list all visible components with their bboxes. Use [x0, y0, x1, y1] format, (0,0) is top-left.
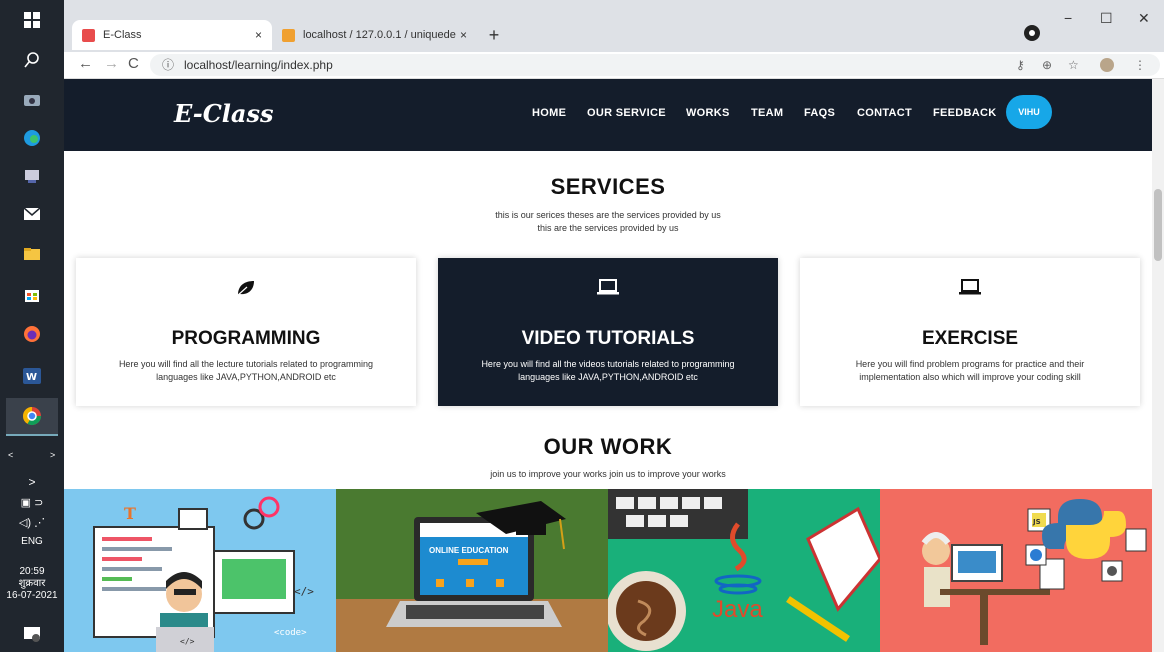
card-title: PROGRAMMING [171, 328, 321, 349]
work-image-coding[interactable]: </> </> <code> T [64, 489, 336, 652]
svg-text:T: T [124, 504, 136, 523]
camera-app-icon[interactable] [18, 86, 46, 114]
leaf-icon [76, 278, 416, 303]
profile-icon[interactable] [1024, 25, 1040, 41]
menu-icon[interactable]: ⋮ [1134, 54, 1146, 76]
firefox-icon[interactable] [18, 320, 46, 348]
tab-strip: E-Class × localhost / 127.0.0.1 / unique… [64, 0, 1164, 52]
tab-eclass[interactable]: E-Class × [72, 20, 272, 50]
code-tag-text: </> [180, 637, 195, 646]
back-icon[interactable]: ← [78, 55, 93, 72]
close-window-button[interactable]: ✕ [1138, 10, 1150, 27]
nav-home[interactable]: HOME [532, 107, 566, 119]
search-icon[interactable] [18, 46, 46, 74]
work-image-online-education[interactable]: ONLINE EDUCATION [336, 489, 608, 652]
phpmyadmin-favicon-icon [282, 28, 295, 42]
card-description: Here you will find all the lecture tutor… [118, 359, 374, 382]
clock-date[interactable]: 16-07-2021 [0, 590, 64, 602]
language-indicator[interactable]: ENG [0, 536, 64, 548]
nav-contact[interactable]: CONTACT [857, 107, 912, 119]
maximize-button[interactable]: ☐ [1100, 10, 1113, 27]
laptop-icon [800, 278, 1140, 301]
card-title: EXERCISE [921, 328, 1019, 349]
services-title: SERVICES [550, 174, 666, 199]
nav-faqs[interactable]: FAQS [804, 107, 835, 119]
java-illustration: Java [608, 489, 880, 651]
card-description: Here you will find all the videos tutori… [481, 359, 735, 382]
windows-start-icon[interactable] [18, 6, 46, 34]
laptop-icon [438, 278, 778, 301]
code-tag-text-2: </> [294, 585, 314, 598]
nav-works[interactable]: WORKS [686, 107, 730, 119]
services-subtitle-1: this is our serices theses are the servi… [495, 210, 721, 220]
java-text: Java [712, 596, 763, 623]
user-pill-button[interactable]: VIHU [1006, 95, 1052, 129]
online-education-text: ONLINE EDUCATION [429, 546, 509, 555]
key-icon[interactable]: ⚷ [1016, 54, 1025, 76]
card-title: VIDEO TUTORIALS [521, 328, 695, 349]
bookmark-star-icon[interactable]: ☆ [1068, 54, 1079, 76]
word-icon[interactable]: W [18, 362, 46, 390]
file-explorer-icon[interactable] [18, 240, 46, 268]
new-tab-button[interactable]: + [484, 25, 504, 45]
browser-window: E-Class × localhost / 127.0.0.1 / unique… [64, 0, 1164, 652]
extension-avatar-icon[interactable] [1100, 58, 1114, 72]
nav-our-service[interactable]: OUR SERVICE [587, 107, 666, 119]
services-subtitle-2: this are the services provided by us [537, 223, 679, 233]
tab-title: E-Class [103, 29, 142, 41]
chrome-taskbar-icon[interactable] [18, 402, 46, 430]
eclass-favicon-icon [82, 28, 95, 42]
service-card-exercise[interactable]: EXERCISE Here you will find problem prog… [800, 258, 1140, 406]
forward-icon[interactable]: → [104, 55, 119, 72]
site-logo[interactable]: E-Class [174, 99, 274, 128]
nav-feedback[interactable]: FEEDBACK [933, 107, 997, 119]
taskbar-scroll-arrows[interactable]: < > [6, 450, 58, 462]
page-viewport: E-Class HOME OUR SERVICE WORKS TEAM FAQS… [64, 79, 1152, 652]
site-navbar: E-Class HOME OUR SERVICE WORKS TEAM FAQS… [64, 79, 1152, 151]
reload-icon[interactable]: C [128, 55, 139, 72]
our-work-subtitle: join us to improve your works join us to… [490, 469, 726, 479]
js-text: JS [1032, 518, 1041, 526]
coding-illustration: </> </> <code> T [93, 496, 314, 652]
store-icon[interactable] [18, 280, 46, 308]
address-bar[interactable]: ⓘ localhost/learning/index.php ⚷ ⊕ ☆ ⋮ [150, 54, 1160, 76]
tab-phpmyadmin[interactable]: localhost / 127.0.0.1 / uniquede × [272, 20, 477, 50]
tab-close-icon[interactable]: × [460, 28, 467, 42]
windows-taskbar: W < > > ▣ ⊃ ◁) ⋰ ENG 20:59 शुक्रवार 16-0… [0, 0, 64, 652]
tray-volume-icon[interactable]: ◁) ⋰ [18, 508, 46, 536]
code-word-text: <code> [274, 628, 307, 638]
tab-close-icon[interactable]: × [255, 28, 262, 42]
page-scrollbar[interactable] [1152, 79, 1164, 652]
browser-toolbar: ← → C ⓘ localhost/learning/index.php ⚷ ⊕… [64, 52, 1164, 79]
clock-day[interactable]: शुक्रवार [0, 578, 64, 590]
mail-icon[interactable] [18, 200, 46, 228]
nav-team[interactable]: TEAM [751, 107, 783, 119]
work-image-python[interactable]: JS [880, 489, 1152, 652]
online-education-illustration: ONLINE EDUCATION [336, 489, 608, 652]
disk-cleanup-icon[interactable] [18, 162, 46, 190]
python-illustration: JS [921, 499, 1147, 645]
card-description: Here you will find problem programs for … [855, 359, 1085, 382]
notifications-icon[interactable] [18, 620, 46, 648]
zoom-icon[interactable]: ⊕ [1042, 54, 1052, 76]
service-card-programming[interactable]: PROGRAMMING Here you will find all the l… [76, 258, 416, 406]
our-work-title: OUR WORK [543, 434, 673, 459]
site-info-icon[interactable]: ⓘ [162, 54, 174, 76]
svg-text:W: W [26, 372, 37, 383]
work-image-java[interactable]: Java [608, 489, 880, 652]
url-text: localhost/learning/index.php [184, 58, 333, 72]
tab-title: localhost / 127.0.0.1 / uniquede [303, 29, 456, 41]
edge-browser-icon[interactable] [18, 124, 46, 152]
service-card-video-tutorials[interactable]: VIDEO TUTORIALS Here you will find all t… [438, 258, 778, 406]
clock-time[interactable]: 20:59 [0, 566, 64, 578]
minimize-button[interactable]: − [1064, 10, 1072, 26]
scrollbar-thumb[interactable] [1154, 189, 1162, 261]
